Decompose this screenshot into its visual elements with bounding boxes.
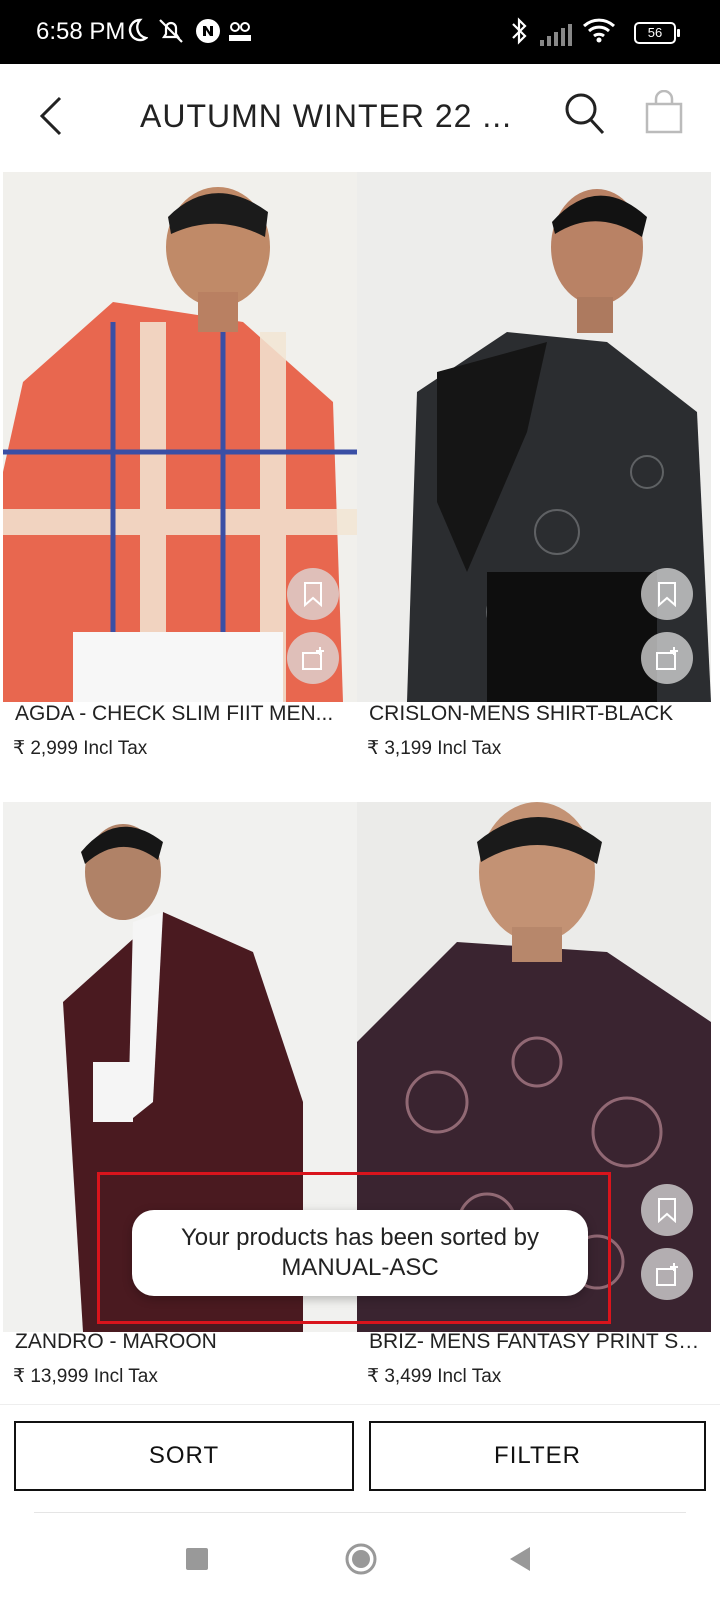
product-card[interactable]: CRISLON-MENS SHIRT-BLACK ₹ 3,199 Incl Ta… xyxy=(357,172,711,772)
product-card[interactable]: AGDA - CHECK SLIM FIIT MEN... ₹ 2,999 In… xyxy=(3,172,357,772)
add-to-bag-icon[interactable] xyxy=(641,632,693,684)
toast-line-1: Your products has been sorted by xyxy=(180,1224,540,1251)
bookmark-icon[interactable] xyxy=(287,568,339,620)
add-to-bag-icon[interactable] xyxy=(287,632,339,684)
back-arrow-icon[interactable] xyxy=(36,94,66,143)
product-name[interactable]: CRISLON-MENS SHIRT-BLACK xyxy=(369,702,705,726)
divider xyxy=(34,1512,686,1513)
recents-icon[interactable] xyxy=(186,1548,208,1575)
sort-filter-bar: SORT FILTER xyxy=(0,1404,720,1505)
product-price: ₹ 13,999 Incl Tax xyxy=(13,1366,158,1387)
app-notification-icon xyxy=(194,16,222,51)
signal-icon xyxy=(540,24,574,51)
product-image[interactable] xyxy=(3,172,357,702)
product-name[interactable]: AGDA - CHECK SLIM FIIT MEN... xyxy=(15,702,351,726)
system-navigation-bar xyxy=(0,1504,720,1600)
product-name[interactable]: BRIZ- MENS FANTASY PRINT SH... xyxy=(369,1330,705,1354)
product-price: ₹ 2,999 Incl Tax xyxy=(13,738,148,759)
app-header: AUTUMN WINTER 22 ... xyxy=(0,64,720,172)
mute-bell-icon xyxy=(156,16,186,51)
product-image[interactable] xyxy=(357,172,711,702)
toast-line-2: MANUAL-ASC xyxy=(281,1254,439,1281)
product-name[interactable]: ZANDRO - MAROON xyxy=(15,1330,351,1354)
home-icon[interactable] xyxy=(344,1542,378,1581)
bookmark-icon[interactable] xyxy=(641,1184,693,1236)
status-time: 6:58 PM xyxy=(36,18,126,45)
add-to-bag-icon[interactable] xyxy=(641,1248,693,1300)
battery-indicator: 56 xyxy=(634,22,680,44)
moon-icon xyxy=(124,16,149,49)
sort-toast: Your products has been sorted by MANUAL-… xyxy=(132,1210,588,1296)
filter-button[interactable]: FILTER xyxy=(369,1421,706,1491)
hood-app-icon xyxy=(228,20,252,49)
bluetooth-icon xyxy=(508,16,530,51)
product-price: ₹ 3,199 Incl Tax xyxy=(367,738,502,759)
wifi-icon xyxy=(582,16,616,49)
sort-button[interactable]: SORT xyxy=(14,1421,354,1491)
page-title: AUTUMN WINTER 22 ... xyxy=(140,98,513,134)
status-bar: 6:58 PM 56 xyxy=(0,0,720,64)
bookmark-icon[interactable] xyxy=(641,568,693,620)
back-nav-icon[interactable] xyxy=(508,1546,532,1577)
product-price: ₹ 3,499 Incl Tax xyxy=(367,1366,502,1387)
shopping-bag-icon[interactable] xyxy=(644,89,684,141)
search-icon[interactable] xyxy=(564,92,606,141)
